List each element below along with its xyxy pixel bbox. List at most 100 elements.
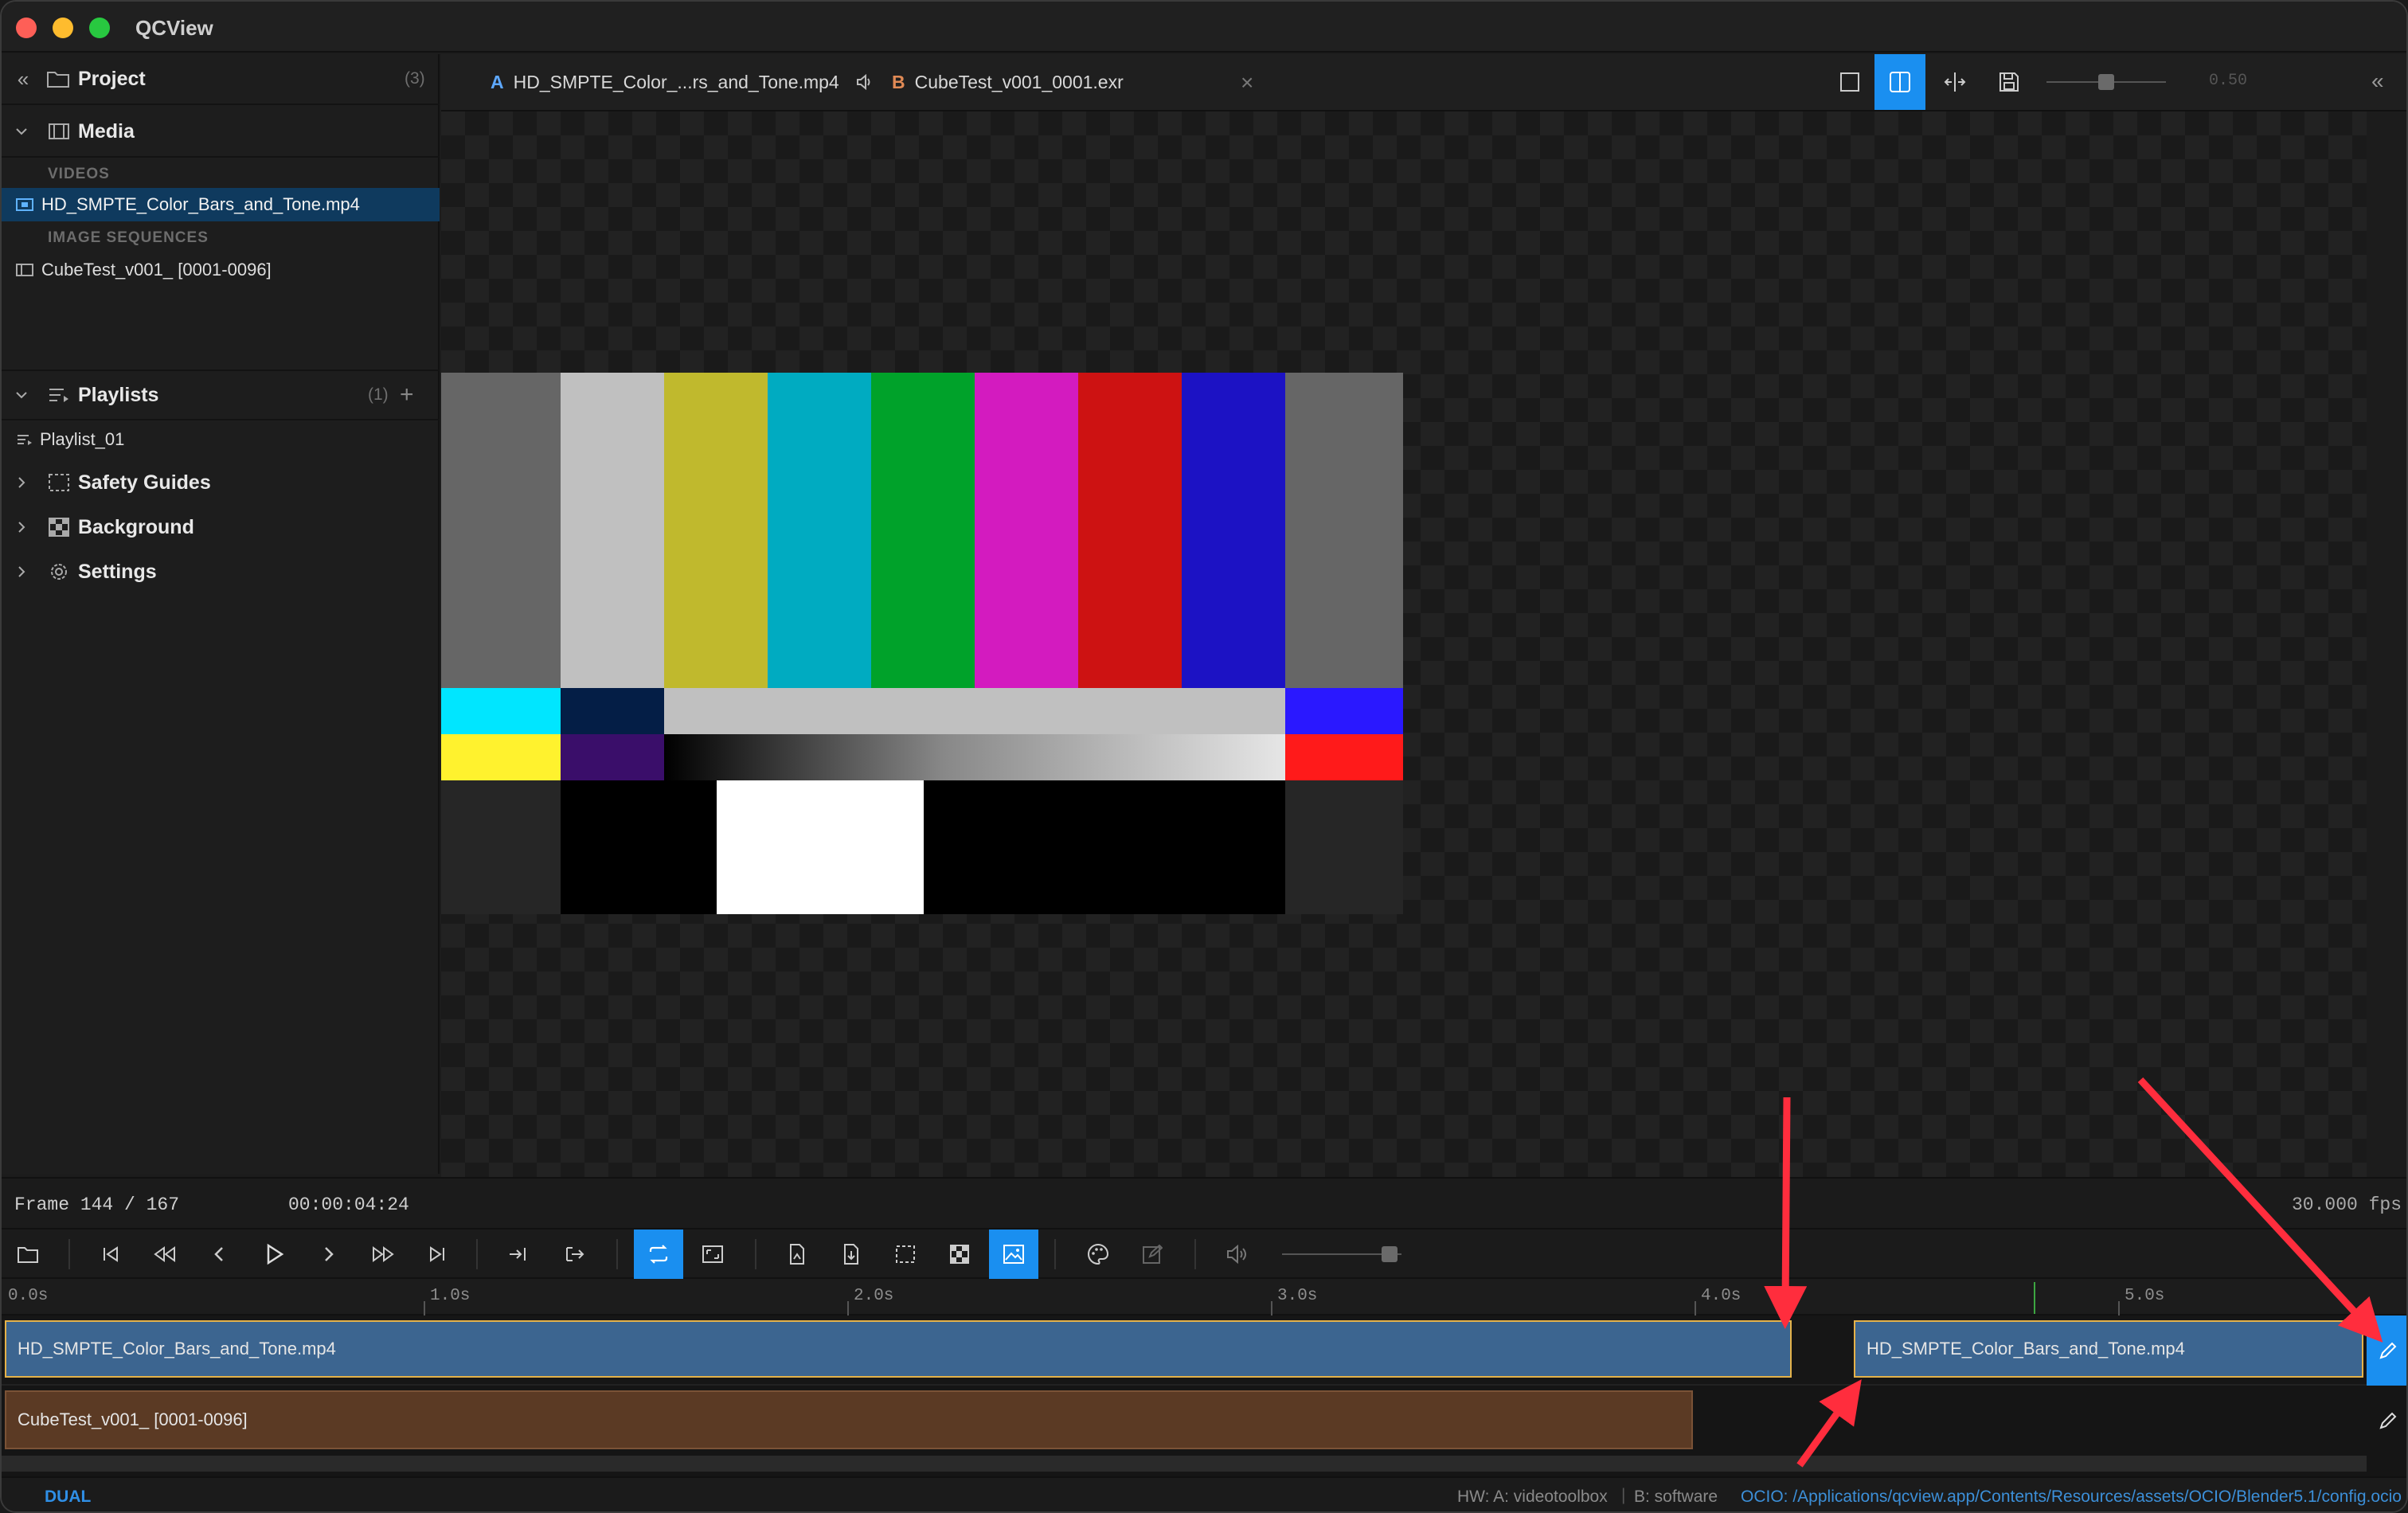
media-video-item[interactable]: HD_SMPTE_Color_Bars_and_Tone.mp4 [2,188,440,221]
ruler-tick [1695,1301,1696,1316]
set-out-point-button[interactable] [549,1230,599,1279]
status-divider: | [1621,1486,1626,1504]
step-back-button[interactable] [194,1230,244,1279]
go-to-end-button[interactable] [412,1230,462,1279]
background-row[interactable]: Background [2,505,440,549]
collapse-right-panel-icon[interactable]: « [2371,68,2384,94]
minimize-window-button[interactable] [53,18,73,38]
volume-slider[interactable] [1282,1246,1401,1262]
tab-source-b[interactable]: B CubeTest_v001_0001.exr [892,54,1124,110]
speaker-icon [1227,1245,1246,1264]
playlist-icon [48,386,70,404]
clip-label: HD_SMPTE_Color_Bars_and_Tone.mp4 [1867,1339,2185,1359]
transport-toolbar [2,1228,2406,1279]
edit-track-a-button[interactable] [2367,1316,2406,1386]
collapse-sidebar-icon[interactable]: « [13,67,33,92]
export-frame-button[interactable] [772,1230,822,1279]
ruler-tick [2118,1301,2120,1316]
go-to-start-button[interactable] [86,1230,135,1279]
image-display-button[interactable] [989,1230,1038,1279]
compare-tab-bar: A HD_SMPTE_Color_...rs_and_Tone.mp4 B Cu… [441,54,2406,111]
project-count: (3) [405,69,425,88]
sidebar: « Project (3) Media VIDEOS HD_SMPTE_Colo… [2,54,440,1174]
fit-view-button[interactable] [688,1230,737,1279]
title-bar: QCView [2,2,2406,53]
chevron-right-icon[interactable] [14,475,29,491]
safety-guides-row[interactable]: Safety Guides [2,460,440,505]
mute-button[interactable] [1212,1230,1261,1279]
videos-header-label: VIDEOS [48,166,110,182]
save-view-button[interactable] [1991,64,2027,100]
app-title: QCView [135,16,213,40]
media-header[interactable]: Media [2,107,440,158]
pencil-icon [2379,1412,2397,1429]
fast-forward-button[interactable] [358,1230,408,1279]
ruler-label: 5.0s [2125,1287,2165,1305]
safe-area-toggle-button[interactable] [881,1230,930,1279]
ocio-config-path[interactable]: OCIO: /Applications/qcview.app/Contents/… [1741,1488,2402,1507]
chevron-down-icon[interactable] [13,123,30,140]
hw-decoder-b: B: software [1634,1488,1718,1506]
image-sequences-section-header: IMAGE SEQUENCES [2,225,440,252]
split-view-button[interactable] [1874,54,1925,110]
annotate-button[interactable] [1128,1230,1177,1279]
set-in-point-button[interactable] [494,1230,543,1279]
volume-slider-thumb[interactable] [1382,1246,1398,1262]
track-a-clip-1[interactable]: HD_SMPTE_Color_Bars_and_Tone.mp4 [5,1320,1792,1378]
safety-guides-icon [48,473,70,492]
speaker-icon[interactable] [855,73,874,91]
timeline-scrollbar[interactable] [2,1456,2367,1472]
palette-icon [1088,1243,1109,1265]
media-label: Media [78,119,135,143]
checker-toggle-button[interactable] [935,1230,984,1279]
ruler-label: 3.0s [1277,1287,1318,1305]
media-sequence-item[interactable]: CubeTest_v001_ [0001-0096] [2,253,440,287]
settings-row[interactable]: Settings [2,549,440,594]
opacity-slider-thumb[interactable] [2098,74,2114,90]
timeline-ruler[interactable]: 0.0s 1.0s 2.0s 3.0s 4.0s 5.0s [2,1279,2406,1316]
step-forward-button[interactable] [304,1230,354,1279]
wipe-view-button[interactable] [1937,64,1973,100]
ruler-label: 4.0s [1701,1287,1742,1305]
close-tab-icon[interactable]: × [1241,70,1253,96]
open-file-button[interactable] [3,1230,53,1279]
chevron-right-icon[interactable] [14,564,29,580]
rewind-button[interactable] [140,1230,190,1279]
status-bar: DUAL HW: A: videotoolbox | B: software O… [2,1476,2406,1511]
loop-button[interactable] [634,1230,683,1279]
loop-icon [649,1245,668,1264]
playlist-item-icon [16,432,33,447]
save-icon [2000,72,2019,92]
separator [476,1239,478,1269]
add-playlist-icon[interactable]: + [400,381,414,409]
project-header[interactable]: « Project (3) [2,54,440,105]
opacity-slider[interactable] [2046,74,2166,90]
opacity-value: 0.50 [2209,72,2248,90]
zoom-window-button[interactable] [89,18,110,38]
track-b-clip[interactable]: CubeTest_v001_ [0001-0096] [5,1390,1693,1449]
tab-source-a[interactable]: A HD_SMPTE_Color_...rs_and_Tone.mp4 [491,54,874,110]
frame-counter: Frame 144 / 167 [14,1194,180,1215]
media-sequence-item-label: CubeTest_v001_ [0001-0096] [41,260,272,280]
play-button[interactable] [250,1230,299,1279]
chevron-down-icon[interactable] [13,386,30,404]
playhead[interactable] [2034,1282,2035,1314]
timecode: 00:00:04:24 [288,1194,409,1215]
close-window-button[interactable] [16,18,37,38]
edit-track-b-button[interactable] [2367,1387,2406,1454]
track-a-clip-2[interactable]: HD_SMPTE_Color_Bars_and_Tone.mp4 [1854,1320,2363,1378]
media-video-item-label: HD_SMPTE_Color_Bars_and_Tone.mp4 [41,194,360,214]
hw-decoder-a: HW: A: videotoolbox [1457,1488,1608,1506]
chevron-right-icon [325,1247,334,1261]
videos-section-header: VIDEOS [2,161,440,188]
play-icon [267,1243,284,1265]
safety-guides-label: Safety Guides [78,471,211,494]
import-file-button[interactable] [827,1230,876,1279]
playlist-item[interactable]: Playlist_01 [2,422,440,457]
chevron-right-icon[interactable] [14,519,29,535]
single-view-button[interactable] [1831,64,1868,100]
playlists-header[interactable]: Playlists (1) + [2,369,440,420]
skip-end-icon [430,1246,444,1262]
color-palette-button[interactable] [1073,1230,1123,1279]
image-sequences-header-label: IMAGE SEQUENCES [48,229,209,246]
